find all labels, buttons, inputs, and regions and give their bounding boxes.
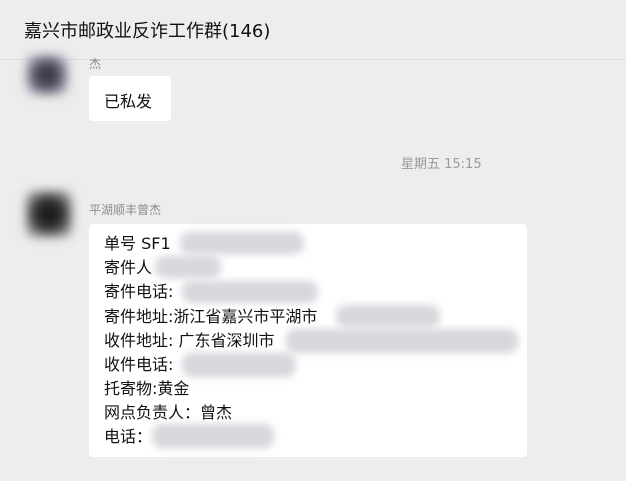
message-line-sender-address: 寄件地址:浙江省嘉兴市平湖市: [104, 307, 318, 326]
avatar[interactable]: [26, 191, 72, 237]
message-timestamp: 星期五 15:15: [401, 157, 482, 172]
redacted-blur: [155, 256, 221, 278]
message-text: 已私发: [104, 92, 153, 111]
chat-title[interactable]: 嘉兴市邮政业反诈工作群(146): [24, 17, 270, 43]
message-bubble[interactable]: 已私发: [89, 76, 171, 121]
avatar[interactable]: [26, 55, 68, 95]
redacted-blur: [152, 424, 274, 448]
redacted-blur: [182, 353, 296, 377]
message-line-recipient-phone: 收件电话:: [104, 355, 174, 374]
chat-header: 嘉兴市邮政业反诈工作群(146): [0, 0, 626, 60]
sender-name: 杰: [89, 57, 102, 71]
redacted-blur: [336, 305, 440, 327]
sender-name: 平湖顺丰曾杰: [89, 203, 162, 217]
message-line-manager: 网点负责人：曾杰: [104, 403, 233, 422]
message-line-sender-phone: 寄件电话:: [104, 282, 174, 301]
message-line-tracking: 单号 SF1: [104, 234, 171, 253]
redacted-blur: [180, 232, 304, 254]
redacted-blur: [182, 281, 318, 303]
message-line-recipient-address: 收件地址: 广东省深圳市: [104, 331, 275, 350]
redacted-blur: [286, 329, 518, 353]
message-line-item: 托寄物:黄金: [104, 379, 190, 398]
message-line-sender: 寄件人: [104, 258, 153, 277]
message-line-phone: 电话：: [104, 427, 153, 446]
